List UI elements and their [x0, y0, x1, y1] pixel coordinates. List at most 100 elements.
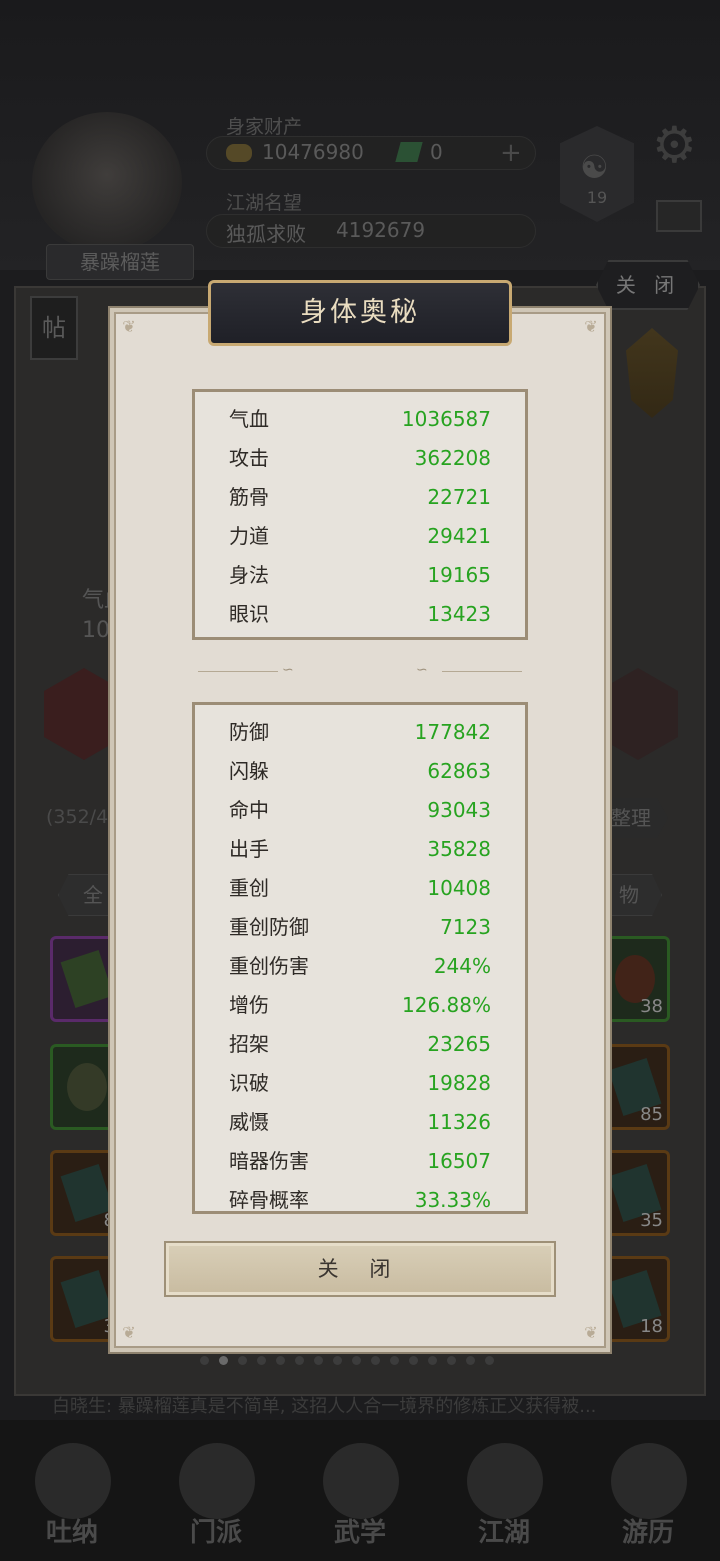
- stat-value: 23265: [427, 1032, 491, 1056]
- stat-value: 22721: [427, 485, 491, 509]
- stat-name: 身法: [229, 563, 269, 587]
- stat-row: 增伤 126.88%: [195, 986, 525, 1025]
- level-value: 19: [586, 188, 608, 207]
- inventory-slot[interactable]: 8: [50, 1150, 122, 1236]
- stat-name: 重创防御: [229, 915, 309, 939]
- stat-value: 19828: [427, 1071, 491, 1095]
- stat-value: 362208: [414, 446, 491, 470]
- panel-close-button[interactable]: 关 闭: [596, 260, 700, 310]
- stat-name: 防御: [229, 720, 269, 744]
- inventory-slot[interactable]: 3: [50, 1256, 122, 1342]
- stat-value: 13423: [427, 602, 491, 626]
- coin-value: 10476980: [262, 140, 364, 164]
- jianghu-icon: [467, 1443, 543, 1519]
- stat-value: 93043: [427, 798, 491, 822]
- inventory-slot[interactable]: 85: [598, 1044, 670, 1130]
- plus-icon[interactable]: +: [500, 138, 522, 168]
- inventory-slot[interactable]: [50, 936, 122, 1022]
- stat-value: 16507: [427, 1149, 491, 1173]
- nav-label: 江湖: [477, 1518, 530, 1548]
- stat-row: 闪躲 62863: [195, 752, 525, 791]
- nav-label: 游历: [621, 1518, 674, 1548]
- corner-ornament: ❦: [584, 317, 598, 336]
- primary-stats-box: 气血 1036587 攻击 362208 筋骨 22721 力道 29421 身法 191…: [192, 389, 528, 640]
- player-avatar[interactable]: [32, 112, 182, 252]
- stat-name: 力道: [229, 524, 269, 548]
- stat-value: 1036587: [401, 407, 491, 431]
- item-count: 38: [640, 996, 663, 1017]
- stat-value: 7123: [440, 915, 491, 939]
- stat-row: 命中 93043: [195, 791, 525, 830]
- stat-row: 气血 1036587: [195, 400, 525, 439]
- stat-value: 29421: [427, 524, 491, 548]
- stat-value: 35828: [427, 837, 491, 861]
- bottom-nav: 吐纳 门派 武学 江湖 游历: [0, 1420, 720, 1561]
- mail-icon[interactable]: [656, 200, 702, 232]
- jade-value: 0: [430, 140, 443, 164]
- stat-row: 攻击 362208: [195, 439, 525, 478]
- martial-arts-icon: [323, 1443, 399, 1519]
- stat-name: 增伤: [229, 993, 269, 1017]
- tie-icon[interactable]: 帖: [30, 296, 78, 360]
- stat-row: 力道 29421: [195, 517, 525, 556]
- inventory-slot[interactable]: 38: [598, 936, 670, 1022]
- section-divider: ∽ ∽: [198, 662, 522, 678]
- nav-label: 武学: [333, 1518, 386, 1548]
- modal-title: 身体奥秘: [208, 280, 512, 346]
- nav-sect[interactable]: 门派: [161, 1433, 271, 1553]
- stat-name: 威慑: [229, 1110, 269, 1134]
- stat-row: 身法 19165: [195, 556, 525, 595]
- fame-value: 4192679: [336, 218, 426, 242]
- stat-row: 碎骨概率 33.33%: [195, 1181, 525, 1212]
- stat-name: 眼识: [229, 602, 269, 626]
- bag-capacity: (352/40: [46, 806, 121, 828]
- stat-value: 244%: [433, 954, 491, 978]
- stat-value: 11326: [427, 1110, 491, 1134]
- coin-icon: [226, 144, 252, 162]
- sect-icon: [179, 1443, 255, 1519]
- stat-name: 出手: [229, 837, 269, 861]
- broadcast-marquee: 白晓生: 暴躁榴莲真是不简单, 这招人人合一境界的修炼正义获得被...: [52, 1396, 597, 1417]
- fame-title: 独孤求败: [226, 222, 306, 246]
- stat-value: 19165: [427, 563, 491, 587]
- nav-jianghu[interactable]: 江湖: [449, 1433, 559, 1553]
- item-count: 18: [640, 1316, 663, 1337]
- nav-martial-arts[interactable]: 武学: [305, 1433, 415, 1553]
- taiji-icon: ☯: [580, 148, 609, 186]
- stat-name: 暗器伤害: [229, 1149, 309, 1173]
- stat-name: 气血: [229, 407, 269, 431]
- inventory-slot[interactable]: 35: [598, 1150, 670, 1236]
- fame-label: 江湖名望: [226, 192, 303, 214]
- player-name: 暴躁榴莲: [46, 244, 194, 280]
- taiji-level-icon[interactable]: ☯ 19: [560, 126, 634, 222]
- stat-name: 命中: [229, 798, 269, 822]
- stat-row: 筋骨 22721: [195, 478, 525, 517]
- stat-name: 碎骨概率: [229, 1188, 309, 1212]
- nav-tuna[interactable]: 吐纳: [17, 1433, 127, 1553]
- item-count: 85: [640, 1104, 663, 1125]
- modal-close-button[interactable]: 关 闭: [164, 1241, 556, 1297]
- stat-name: 招架: [229, 1032, 269, 1056]
- tuna-icon: [35, 1443, 111, 1519]
- nav-label: 门派: [189, 1518, 242, 1548]
- gear-icon[interactable]: ⚙: [652, 120, 697, 170]
- stat-name: 筋骨: [229, 485, 269, 509]
- stat-value: 62863: [427, 759, 491, 783]
- inventory-slot[interactable]: 18: [598, 1256, 670, 1342]
- stat-row: 重创 10408: [195, 869, 525, 908]
- stat-value: 126.88%: [402, 993, 491, 1017]
- stat-row: 暗器伤害 16507: [195, 1142, 525, 1181]
- secondary-stats-box[interactable]: 防御 177842 闪躲 62863 命中 93043 出手 35828 重创 10408…: [192, 702, 528, 1214]
- corner-ornament: ❦: [122, 317, 136, 336]
- nav-travel[interactable]: 游历: [593, 1433, 703, 1553]
- stat-value: 177842: [414, 720, 491, 744]
- item-icon: [60, 949, 114, 1009]
- corner-ornament: ❦: [584, 1323, 598, 1342]
- stat-row: 招架 23265: [195, 1025, 525, 1064]
- stat-name: 攻击: [229, 446, 269, 470]
- stat-name: 识破: [229, 1071, 269, 1095]
- page-indicator: [200, 1356, 494, 1368]
- stat-row: 出手 35828: [195, 830, 525, 869]
- inventory-slot[interactable]: [50, 1044, 122, 1130]
- stat-name: 重创伤害: [229, 954, 309, 978]
